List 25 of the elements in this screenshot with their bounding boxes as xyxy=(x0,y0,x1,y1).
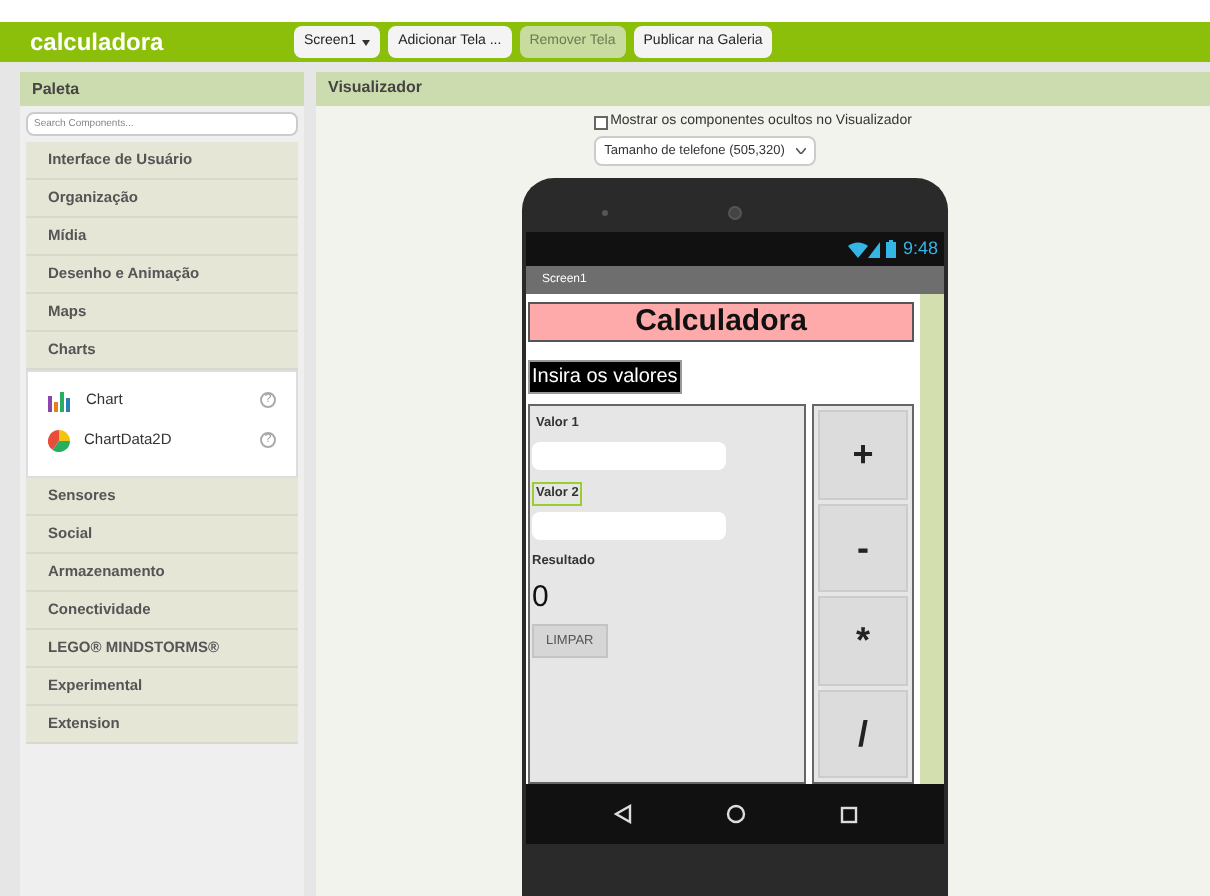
app-title: calculadora xyxy=(30,26,166,60)
home-icon[interactable] xyxy=(725,804,745,825)
palette-header: Paleta xyxy=(20,72,304,106)
operator-button[interactable]: / xyxy=(818,689,908,779)
checkbox[interactable] xyxy=(594,115,609,130)
prompt-label: Insira os valores xyxy=(528,360,682,395)
viewer-header: Visualizador xyxy=(316,72,1210,106)
operator-button[interactable]: + xyxy=(818,410,908,500)
pie-chart-icon xyxy=(48,429,70,451)
app-heading: Calculadora xyxy=(528,302,914,343)
operator-button[interactable]: - xyxy=(818,503,908,593)
bar-chart-icon xyxy=(48,389,72,411)
wifi-signal-icon xyxy=(848,241,881,258)
caret-icon xyxy=(362,39,371,45)
battery-icon xyxy=(886,240,897,259)
input-field[interactable] xyxy=(532,442,726,471)
phone-camera-icon xyxy=(728,206,742,221)
status-time: 9:48 xyxy=(902,236,938,263)
recents-icon[interactable] xyxy=(839,805,857,824)
back-icon[interactable] xyxy=(613,804,631,825)
input-field[interactable] xyxy=(532,511,726,540)
result-value: 0 xyxy=(532,577,549,618)
chevron-down-icon xyxy=(796,148,807,155)
operator-button[interactable]: * xyxy=(818,596,908,686)
phone-sensor-icon xyxy=(602,210,608,217)
